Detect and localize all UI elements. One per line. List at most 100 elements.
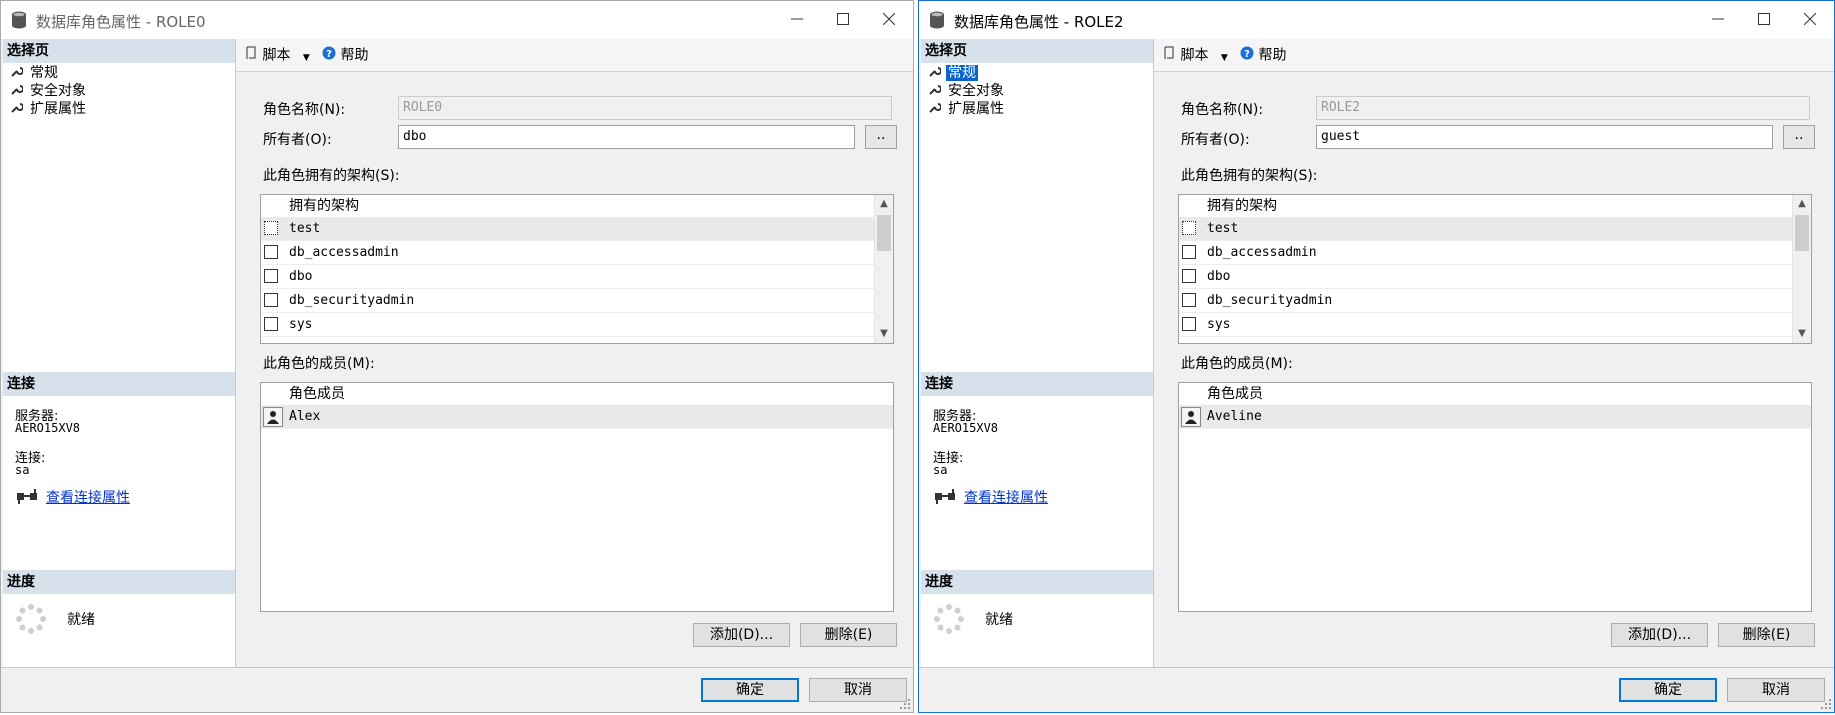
help-button[interactable]: ? 帮助 (322, 46, 368, 65)
connection-value: sa (933, 463, 948, 477)
cancel-button[interactable]: 取消 (809, 678, 907, 702)
role-members-column-header[interactable]: 角色成员 (289, 383, 345, 405)
script-button[interactable]: 脚本 ▼ (1164, 46, 1228, 67)
nav-item-securables[interactable]: 安全对象 (11, 82, 88, 100)
schema-checkbox[interactable] (264, 293, 278, 307)
members-grid-header: 角色成员 (1179, 383, 1811, 406)
script-button[interactable]: 脚本 ▼ (246, 46, 310, 67)
schema-checkbox[interactable] (264, 269, 278, 283)
help-label: 帮助 (340, 47, 369, 64)
script-label: 脚本 (262, 47, 291, 64)
plug-icon (934, 489, 956, 509)
ok-button[interactable]: 确定 (701, 678, 799, 702)
role-name-input[interactable]: ROLE2 (1316, 96, 1810, 120)
scroll-up-icon[interactable]: ▲ (1793, 195, 1811, 213)
schema-checkbox[interactable] (1182, 317, 1196, 331)
nav-item-extended-properties[interactable]: 扩展属性 (11, 100, 88, 118)
nav-item-securables[interactable]: 安全对象 (929, 82, 1006, 100)
owner-input[interactable]: dbo (398, 125, 855, 149)
resize-grip-icon[interactable] (1820, 698, 1832, 710)
table-row[interactable]: dbo (261, 265, 875, 289)
schema-checkbox[interactable] (264, 317, 278, 331)
help-icon: ? (322, 46, 336, 65)
progress-spinner-icon (933, 603, 965, 639)
close-button[interactable] (1790, 7, 1830, 33)
schemas-scrollbar[interactable]: ▲ ▼ (1792, 195, 1811, 343)
owned-schemas-column-header[interactable]: 拥有的架构 (1207, 195, 1277, 217)
minimize-button[interactable] (1698, 7, 1738, 33)
schema-checkbox[interactable] (264, 221, 278, 235)
remove-member-button[interactable]: 删除(E) (800, 623, 897, 647)
help-icon: ? (1240, 46, 1254, 65)
role-members-column-header[interactable]: 角色成员 (1207, 383, 1263, 405)
view-connection-properties-link[interactable]: 查看连接属性 (46, 487, 130, 507)
scroll-down-icon[interactable]: ▼ (1793, 325, 1811, 343)
add-member-button[interactable]: 添加(D)... (693, 623, 790, 647)
nav-item-general[interactable]: 常规 (11, 64, 60, 82)
schema-checkbox[interactable] (1182, 293, 1196, 307)
view-connection-properties-link[interactable]: 查看连接属性 (964, 487, 1048, 507)
schemas-label: 此角色拥有的架构(S): (263, 168, 400, 184)
table-row[interactable]: db_accessadmin (261, 241, 875, 265)
remove-member-button[interactable]: 删除(E) (1718, 623, 1815, 647)
wrench-icon (929, 100, 943, 118)
add-member-button[interactable]: 添加(D)... (1611, 623, 1708, 647)
owner-browse-button[interactable]: .. (1783, 125, 1815, 149)
cancel-button[interactable]: 取消 (1727, 678, 1825, 702)
table-row[interactable]: sys (1179, 313, 1793, 337)
schema-checkbox[interactable] (1182, 269, 1196, 283)
minimize-button[interactable] (777, 7, 817, 33)
schema-checkbox[interactable] (1182, 245, 1196, 259)
table-row[interactable]: Alex (261, 405, 893, 429)
member-name: Aveline (1207, 409, 1262, 424)
schema-name: dbo (1207, 269, 1231, 284)
resize-grip-icon[interactable] (899, 698, 911, 710)
connection-header: 连接 (921, 372, 1153, 396)
owned-schemas-column-header[interactable]: 拥有的架构 (289, 195, 359, 217)
table-row[interactable]: sys (261, 313, 875, 337)
table-row[interactable]: test (261, 217, 875, 241)
help-button[interactable]: ? 帮助 (1240, 46, 1286, 65)
schema-checkbox[interactable] (264, 245, 278, 259)
owner-input[interactable]: guest (1316, 125, 1773, 149)
maximize-button[interactable] (823, 7, 863, 33)
table-row[interactable]: db_securityadmin (261, 289, 875, 313)
schema-name: test (1207, 221, 1239, 236)
owner-label: 所有者(O): (1181, 132, 1250, 148)
schema-checkbox[interactable] (1182, 221, 1196, 235)
members-label: 此角色的成员(M): (1181, 356, 1293, 372)
role-name-input[interactable]: ROLE0 (398, 96, 892, 120)
scroll-up-icon[interactable]: ▲ (875, 195, 893, 213)
schemas-grid-header: 拥有的架构 (261, 195, 893, 218)
nav-item-extended-properties[interactable]: 扩展属性 (929, 100, 1006, 118)
owner-browse-button[interactable]: .. (865, 125, 897, 149)
wrench-icon (929, 64, 943, 82)
select-page-header: 选择页 (921, 39, 1153, 63)
schemas-scrollbar[interactable]: ▲ ▼ (874, 195, 893, 343)
scroll-thumb[interactable] (877, 215, 891, 251)
main-pane: 脚本 ▼ ? 帮助 角色名称(N): ROLE2 所有者(O): guest .… (1154, 39, 1834, 668)
close-button[interactable] (869, 7, 909, 33)
schemas-grid: 拥有的架构 test db_accessadmin dbo db_securit… (260, 194, 894, 344)
table-row[interactable]: db_accessadmin (1179, 241, 1793, 265)
scroll-thumb[interactable] (1795, 215, 1809, 251)
toolbar: 脚本 ▼ ? 帮助 (1154, 39, 1834, 72)
schema-name: db_securityadmin (289, 293, 415, 308)
help-label: 帮助 (1258, 47, 1287, 64)
table-row[interactable]: test (1179, 217, 1793, 241)
table-row[interactable]: Aveline (1179, 405, 1811, 429)
role-name-label: 角色名称(N): (263, 102, 346, 118)
chevron-down-icon: ▼ (1220, 52, 1228, 63)
ok-button[interactable]: 确定 (1619, 678, 1717, 702)
table-row[interactable]: db_securityadmin (1179, 289, 1793, 313)
progress-status: 就绪 (67, 612, 95, 628)
connection-header: 连接 (3, 372, 235, 396)
maximize-button[interactable] (1744, 7, 1784, 33)
user-icon (1181, 407, 1201, 427)
window-title: 数据库角色属性 - ROLE2 (954, 13, 1124, 31)
table-row[interactable]: dbo (1179, 265, 1793, 289)
schema-name: db_accessadmin (1207, 245, 1317, 260)
scroll-down-icon[interactable]: ▼ (875, 325, 893, 343)
progress-spinner-icon (15, 603, 47, 639)
nav-item-general[interactable]: 常规 (929, 64, 978, 82)
